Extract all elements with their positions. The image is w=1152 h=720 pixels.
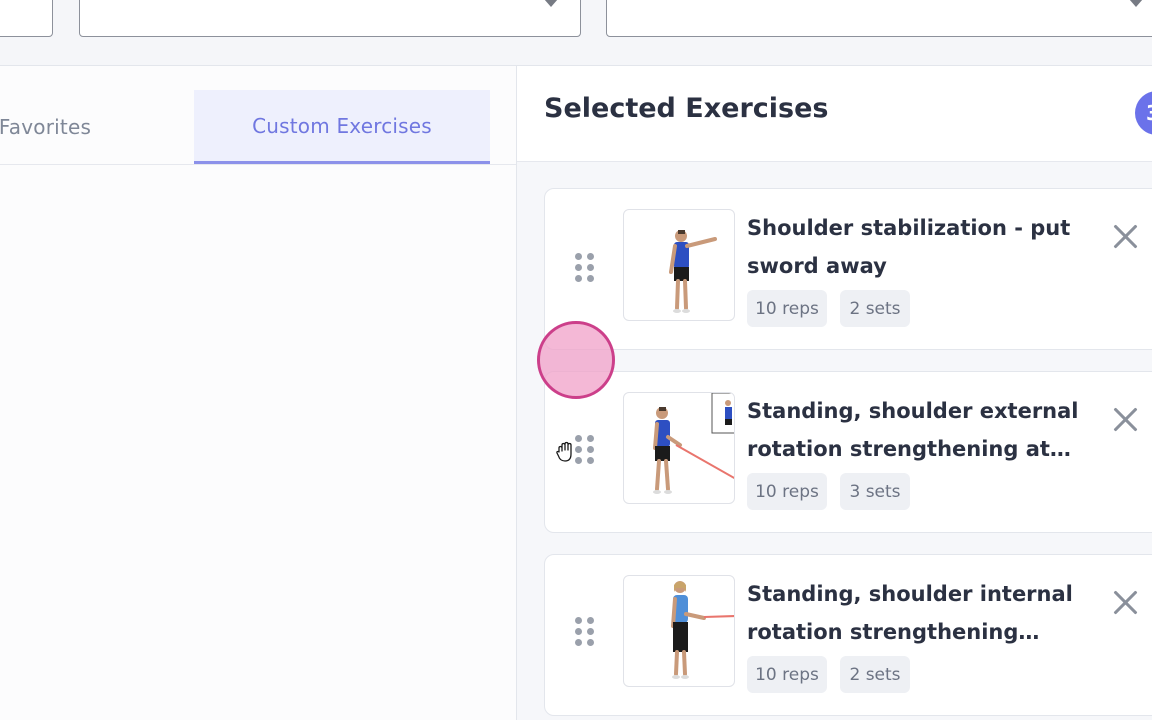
selected-exercises-panel: Selected Exercises 3 Shoulder stabilizat… xyxy=(517,66,1152,720)
close-icon[interactable] xyxy=(1112,223,1140,251)
exercise-card[interactable]: Shoulder stabilization - put sword away … xyxy=(544,188,1152,350)
exercise-card[interactable]: Standing, shoulder external rotation str… xyxy=(544,371,1152,533)
sets-badge[interactable]: 2 sets xyxy=(840,656,910,693)
tab-custom-exercises[interactable]: Custom Exercises xyxy=(194,90,490,164)
exercise-title: Standing, shoulder internal rotation str… xyxy=(747,582,1073,644)
grab-hand-icon xyxy=(554,440,578,464)
close-icon[interactable] xyxy=(1112,406,1140,434)
drag-handle-icon[interactable] xyxy=(575,617,594,647)
sets-badge[interactable]: 3 sets xyxy=(840,473,910,510)
chevron-down-icon xyxy=(1129,0,1143,7)
filter-bar xyxy=(0,0,1152,66)
drag-handle-icon[interactable] xyxy=(575,253,594,283)
exercise-thumbnail xyxy=(623,575,735,687)
selected-exercises-header: Selected Exercises 3 xyxy=(517,66,1152,162)
reps-badge[interactable]: 10 reps xyxy=(747,656,827,693)
tab-favorites[interactable]: Favorites xyxy=(0,90,130,164)
reps-badge[interactable]: 10 reps xyxy=(747,290,827,327)
exercise-title: Shoulder stabilization - put sword away xyxy=(747,216,1071,278)
chevron-down-icon xyxy=(544,0,558,7)
library-tabs: Favorites Custom Exercises xyxy=(0,90,516,165)
close-icon[interactable] xyxy=(1112,589,1140,617)
exercise-title: Standing, shoulder external rotation str… xyxy=(747,399,1079,461)
sets-badge[interactable]: 2 sets xyxy=(840,290,910,327)
reps-badge[interactable]: 10 reps xyxy=(747,473,827,510)
filter-dropdown-c[interactable] xyxy=(606,0,1152,37)
exercise-thumbnail xyxy=(623,209,735,321)
filter-dropdown-a[interactable] xyxy=(0,0,53,37)
exercise-library-panel: Favorites Custom Exercises xyxy=(0,66,516,720)
page-title: Selected Exercises xyxy=(544,93,829,124)
exercise-thumbnail xyxy=(623,392,735,504)
exercise-card[interactable]: Standing, shoulder internal rotation str… xyxy=(544,554,1152,716)
filter-dropdown-b[interactable] xyxy=(79,0,581,37)
click-indicator xyxy=(537,321,615,399)
selected-count-badge: 3 xyxy=(1135,91,1152,135)
